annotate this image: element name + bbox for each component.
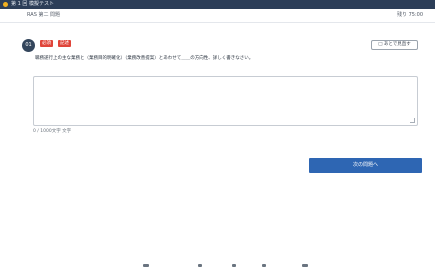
footer-navigation <box>0 263 435 268</box>
nav-item-1[interactable] <box>143 264 149 267</box>
app-logo-icon <box>3 2 8 7</box>
nav-item-2[interactable] <box>198 264 202 267</box>
character-count: 0 / 1000文字 文字 <box>33 129 72 134</box>
nav-item-3[interactable] <box>232 264 236 267</box>
exam-header: RAS 第二 問題 残り 75:00 <box>0 9 435 23</box>
type-tag: 記述 <box>58 40 71 47</box>
nav-item-4[interactable] <box>262 264 266 267</box>
question-text: 職務遂行上の主な業務と（業務目的明確化）（業務改善提案）とあわせて＿＿の方向性、… <box>35 56 254 61</box>
breadcrumb: RAS 第二 問題 <box>27 12 61 18</box>
timer-label: 残り 75:00 <box>397 12 423 18</box>
window-titlebar: 第 1 回 模擬テスト <box>0 0 435 9</box>
mark-for-review-button[interactable]: □ あとで見直す <box>371 40 418 50</box>
window-title: 第 1 回 模擬テスト <box>11 1 54 7</box>
question-number-badge: 01 <box>22 39 35 52</box>
nav-item-5[interactable] <box>302 264 308 267</box>
required-tag: 必須 <box>40 40 53 47</box>
resize-handle-icon[interactable] <box>410 118 415 123</box>
next-question-button[interactable]: 次の問題へ <box>309 158 422 173</box>
answer-textarea[interactable] <box>33 76 418 126</box>
